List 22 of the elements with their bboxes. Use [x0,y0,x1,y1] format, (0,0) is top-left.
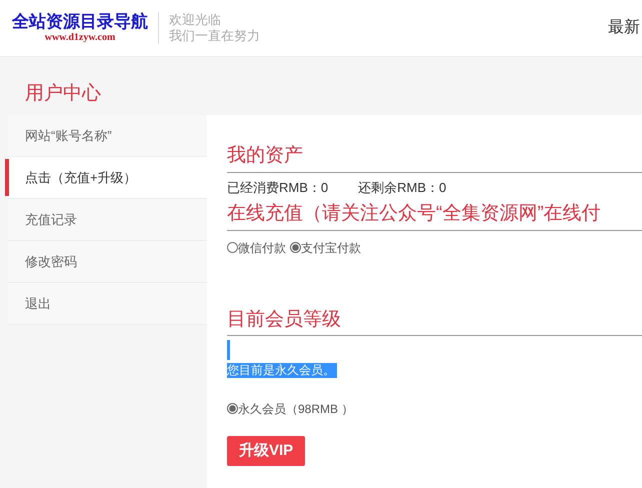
radio-button[interactable] [290,242,301,254]
logo-url: www.d1zyw.com [44,32,116,44]
option-label: 支付宝付款 [301,240,361,257]
active-indicator [5,159,9,196]
text-cursor [227,340,230,360]
nav-link[interactable]: 最新 [608,16,640,40]
section-title: 用户中心 [24,82,102,106]
section-heading: 在线充值（请关注公众号“全集资源网”在线付 [227,202,642,231]
balance-text: 已经消费RMB：0 [227,180,328,195]
sidebar-item[interactable]: 点击（充值+升级） [8,157,207,199]
status-text: 您目前是永久会员。 [227,363,337,378]
upgrade-vip-button[interactable]: 升级VIP [227,436,306,466]
radio-button[interactable] [227,242,238,254]
logo-title[interactable]: 全站资源目录导航 [12,12,148,32]
section-heading: 目前会员等级 [227,308,642,336]
balance-text: 还剩余RMB：0 [358,180,446,195]
tagline-text: 欢迎光临 [169,12,222,28]
option-label: 微信付款 [238,240,286,257]
radio-button[interactable] [227,403,238,414]
option-label: 永久会员（98RMB ） [238,400,354,418]
section-heading: 我的资产 [227,145,642,173]
tagline-text: 我们一直在努力 [169,28,260,44]
